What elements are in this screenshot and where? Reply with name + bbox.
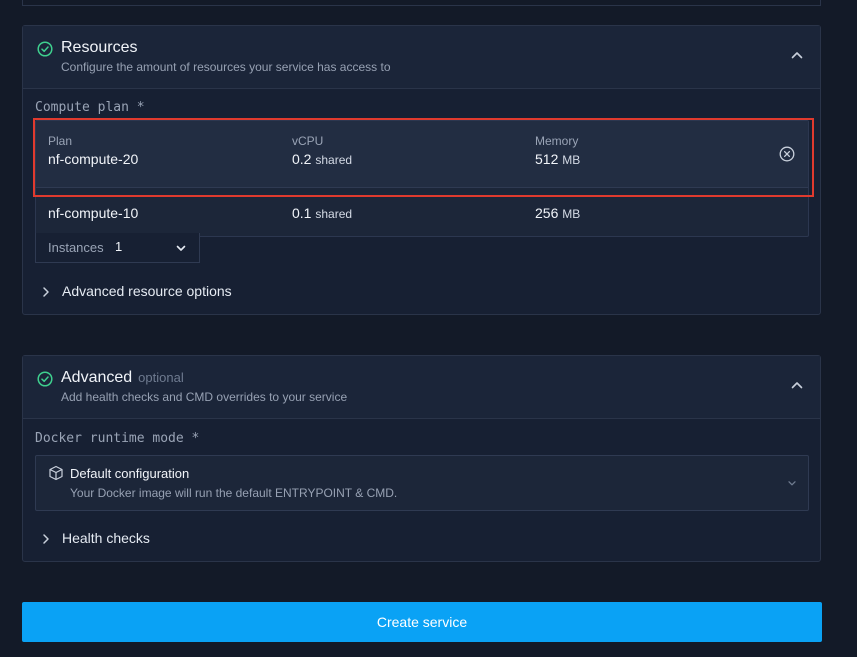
advanced-title: Advanced optional — [61, 369, 184, 387]
resources-card: Resources Configure the amount of resour… — [22, 25, 821, 315]
selected-memory-value: 512 — [535, 151, 559, 167]
advanced-resource-options-label: Advanced resource options — [62, 283, 232, 299]
previous-card-edge — [22, 0, 821, 6]
option-plan-vcpu: 0.1 shared — [292, 205, 352, 221]
health-checks-toggle[interactable]: Health checks — [41, 529, 201, 549]
resources-header[interactable]: Resources Configure the amount of resour… — [23, 26, 820, 89]
selected-plan-vcpu: 0.2 shared — [292, 151, 352, 167]
cube-icon — [49, 465, 63, 481]
option-plan-name: nf-compute-10 — [48, 205, 139, 221]
docker-runtime-select[interactable]: Default configuration Your Docker image … — [35, 455, 809, 511]
vcpu-column-label: vCPU — [292, 134, 324, 148]
option-vcpu-unit: shared — [315, 207, 353, 221]
instances-select[interactable]: Instances 1 — [35, 233, 200, 263]
resources-title: Resources — [61, 39, 138, 56]
memory-column: Memory 512 MB — [535, 134, 580, 167]
advanced-card: Advanced optional Add health checks and C… — [22, 355, 821, 562]
compute-plan-label: Compute plan * — [35, 100, 145, 115]
memory-column-label: Memory — [535, 134, 579, 148]
advanced-resource-options-toggle[interactable]: Advanced resource options — [41, 282, 281, 302]
chevron-down-icon — [788, 481, 796, 486]
check-circle-icon — [37, 371, 53, 387]
compute-plan-dropdown[interactable]: Plan nf-compute-20 vCPU 0.2 shared Memor… — [35, 120, 809, 237]
resources-subtitle: Configure the amount of resources your s… — [61, 60, 391, 74]
clear-selection-icon[interactable] — [779, 146, 795, 162]
plan-column: Plan nf-compute-20 — [48, 134, 138, 167]
chevron-up-icon[interactable] — [790, 378, 804, 392]
chevron-down-icon — [176, 245, 186, 251]
selected-memory-unit: MB — [562, 153, 581, 167]
create-service-button[interactable]: Create service — [22, 602, 822, 642]
selected-vcpu-unit: shared — [315, 153, 353, 167]
chevron-up-icon[interactable] — [790, 48, 804, 62]
advanced-title-text: Advanced — [61, 369, 133, 386]
selected-vcpu-value: 0.2 — [292, 151, 312, 167]
check-circle-icon — [37, 41, 53, 57]
docker-option-title: Default configuration — [70, 466, 190, 481]
instances-value: 1 — [115, 239, 123, 254]
selected-plan-name: nf-compute-20 — [48, 151, 139, 167]
optional-tag: optional — [138, 370, 184, 385]
selected-plan-row[interactable]: Plan nf-compute-20 vCPU 0.2 shared Memor… — [36, 121, 808, 188]
vcpu-column: vCPU 0.2 shared — [292, 134, 352, 167]
health-checks-label: Health checks — [62, 530, 150, 546]
option-plan-memory: 256 MB — [535, 205, 580, 221]
option-memory-unit: MB — [562, 207, 581, 221]
page: Resources Configure the amount of resour… — [0, 0, 857, 657]
advanced-header[interactable]: Advanced optional Add health checks and C… — [23, 356, 820, 419]
selected-plan-memory: 512 MB — [535, 151, 580, 167]
docker-option-subtitle: Your Docker image will run the default E… — [70, 486, 398, 500]
chevron-right-icon — [43, 287, 49, 297]
plan-option-row[interactable]: nf-compute-10 0.1 shared 256 MB — [36, 188, 808, 237]
chevron-right-icon — [43, 534, 49, 544]
instances-label: Instances — [48, 240, 104, 255]
option-vcpu-value: 0.1 — [292, 205, 312, 221]
docker-runtime-mode-label: Docker runtime mode * — [35, 431, 200, 446]
advanced-subtitle: Add health checks and CMD overrides to y… — [61, 390, 348, 404]
option-memory-value: 256 — [535, 205, 559, 221]
plan-column-label: Plan — [48, 134, 73, 148]
